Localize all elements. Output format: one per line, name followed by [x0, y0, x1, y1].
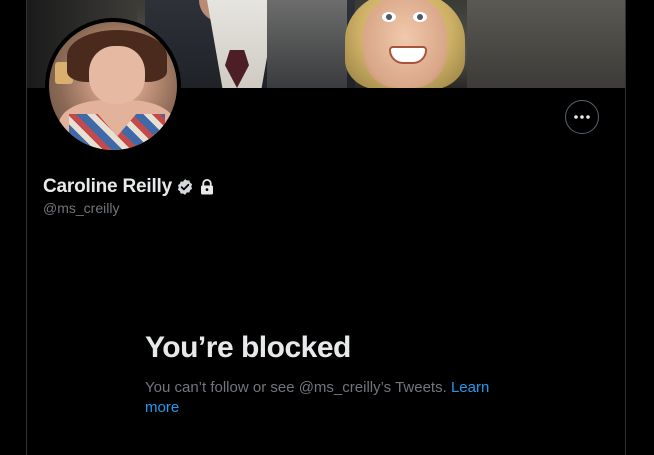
blocked-notice: You’re blocked You can’t follow or see @… — [145, 330, 505, 418]
verified-badge-icon[interactable] — [176, 178, 194, 196]
blocked-message-container: You can’t follow or see @ms_creilly’s Tw… — [145, 378, 505, 418]
lock-icon[interactable] — [198, 178, 216, 196]
blocked-message: You can’t follow or see @ms_creilly’s Tw… — [145, 379, 447, 396]
more-horizontal-icon — [574, 115, 590, 119]
blocked-title: You’re blocked — [145, 331, 351, 364]
more-options-button[interactable] — [565, 100, 599, 134]
avatar[interactable] — [45, 18, 181, 154]
profile-handle: @ms_creilly — [43, 200, 120, 216]
display-name: Caroline Reilly — [43, 176, 172, 197]
profile-column: Caroline Reilly @ms_creilly You’re block… — [26, 0, 626, 455]
profile-name-row: Caroline Reilly — [43, 176, 216, 198]
